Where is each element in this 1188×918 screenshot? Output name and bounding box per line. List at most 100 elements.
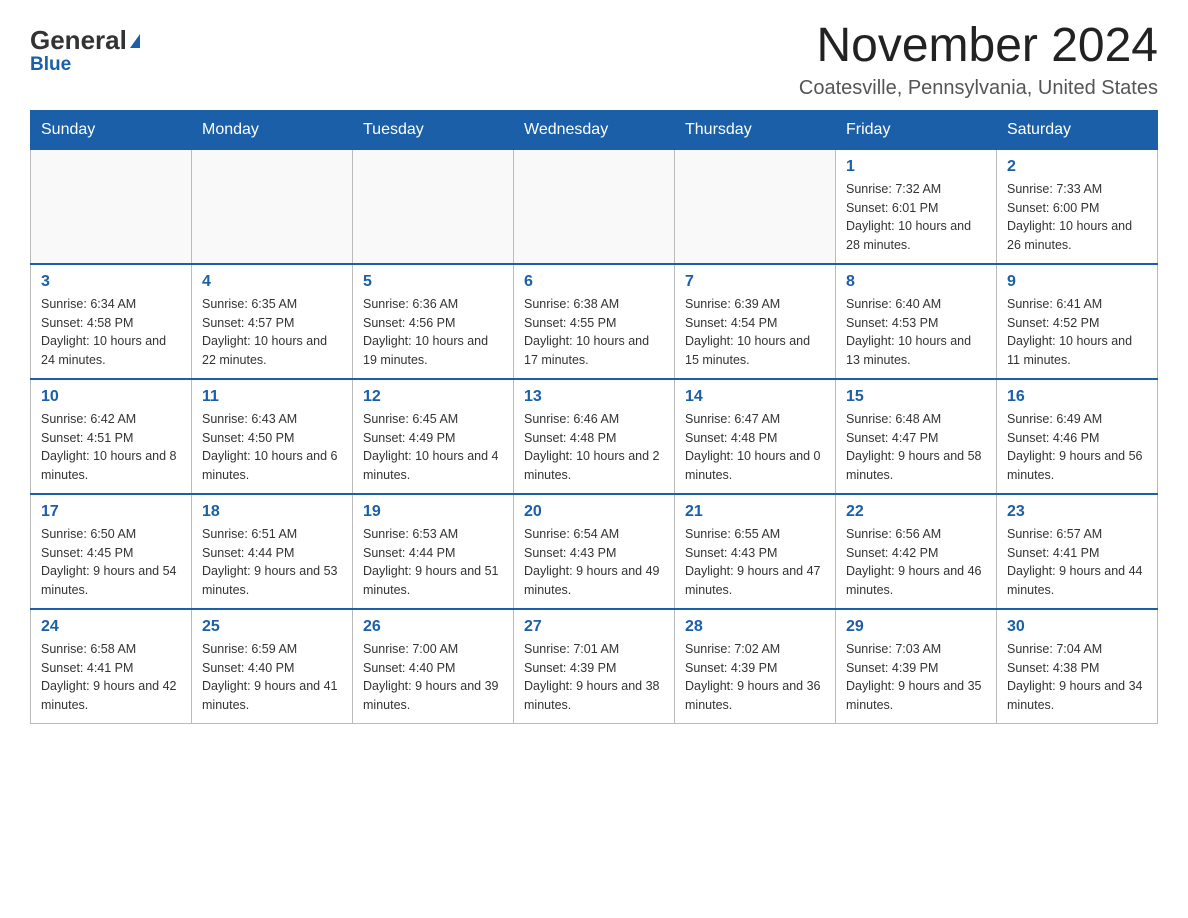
calendar-header-wednesday: Wednesday [514, 110, 675, 149]
calendar-cell: 21Sunrise: 6:55 AMSunset: 4:43 PMDayligh… [675, 494, 836, 609]
calendar-header-sunday: Sunday [31, 110, 192, 149]
calendar-week-row: 3 Sunrise: 6:34 AMSunset: 4:58 PMDaylight… [31, 264, 1158, 379]
day-info: Sunrise: 6:53 AMSunset: 4:44 PMDaylight:… [363, 525, 503, 600]
day-info: Sunrise: 6:56 AMSunset: 4:42 PMDaylight:… [846, 525, 986, 600]
day-number: 20 [524, 503, 664, 521]
day-info: Sunrise: 6:43 AMSunset: 4:50 PMDaylight:… [202, 410, 342, 485]
day-number: 22 [846, 503, 986, 521]
logo-triangle-icon [130, 34, 140, 48]
location-title: Coatesville, Pennsylvania, United States [799, 77, 1158, 100]
day-info: Sunrise: 6:34 AMSunset: 4:58 PMDaylight:… [41, 295, 181, 370]
day-number: 17 [41, 503, 181, 521]
logo-blue-text: Blue [30, 54, 71, 76]
day-number: 24 [41, 618, 181, 636]
calendar-cell: 2 Sunrise: 7:33 AMSunset: 6:00 PMDaylight… [997, 149, 1158, 264]
day-number: 8 [846, 273, 986, 291]
calendar-cell: 12Sunrise: 6:45 AMSunset: 4:49 PMDayligh… [353, 379, 514, 494]
day-info: Sunrise: 7:33 AMSunset: 6:00 PMDaylight:… [1007, 180, 1147, 255]
day-number: 7 [685, 273, 825, 291]
calendar-cell: 11 Sunrise: 6:43 AMSunset: 4:50 PMDayligh… [192, 379, 353, 494]
title-section: November 2024 Coatesville, Pennsylvania,… [799, 20, 1158, 100]
calendar-cell: 1Sunrise: 7:32 AMSunset: 6:01 PMDaylight… [836, 149, 997, 264]
calendar-header-tuesday: Tuesday [353, 110, 514, 149]
calendar-cell: 27Sunrise: 7:01 AMSunset: 4:39 PMDayligh… [514, 609, 675, 724]
day-info: Sunrise: 7:00 AMSunset: 4:40 PMDaylight:… [363, 640, 503, 715]
calendar-table: SundayMondayTuesdayWednesdayThursdayFrid… [30, 110, 1158, 724]
calendar-cell [353, 149, 514, 264]
calendar-cell: 8 Sunrise: 6:40 AMSunset: 4:53 PMDaylight… [836, 264, 997, 379]
calendar-cell: 10 Sunrise: 6:42 AMSunset: 4:51 PMDayligh… [31, 379, 192, 494]
calendar-cell [192, 149, 353, 264]
day-number: 2 [1007, 158, 1147, 176]
calendar-cell: 25 Sunrise: 6:59 AMSunset: 4:40 PMDayligh… [192, 609, 353, 724]
calendar-cell: 4Sunrise: 6:35 AMSunset: 4:57 PMDaylight… [192, 264, 353, 379]
calendar-cell: 16 Sunrise: 6:49 AMSunset: 4:46 PMDayligh… [997, 379, 1158, 494]
calendar-cell: 14 Sunrise: 6:47 AMSunset: 4:48 PMDayligh… [675, 379, 836, 494]
calendar-cell: 26 Sunrise: 7:00 AMSunset: 4:40 PMDayligh… [353, 609, 514, 724]
day-number: 13 [524, 388, 664, 406]
calendar-cell: 24Sunrise: 6:58 AMSunset: 4:41 PMDayligh… [31, 609, 192, 724]
day-number: 27 [524, 618, 664, 636]
calendar-cell: 22 Sunrise: 6:56 AMSunset: 4:42 PMDayligh… [836, 494, 997, 609]
calendar-cell: 13 Sunrise: 6:46 AMSunset: 4:48 PMDayligh… [514, 379, 675, 494]
day-info: Sunrise: 6:38 AMSunset: 4:55 PMDaylight:… [524, 295, 664, 370]
calendar-week-row: 1Sunrise: 7:32 AMSunset: 6:01 PMDaylight… [31, 149, 1158, 264]
day-info: Sunrise: 6:45 AMSunset: 4:49 PMDaylight:… [363, 410, 503, 485]
day-number: 10 [41, 388, 181, 406]
calendar-header-row: SundayMondayTuesdayWednesdayThursdayFrid… [31, 110, 1158, 149]
day-number: 26 [363, 618, 503, 636]
logo-general: General [30, 25, 127, 55]
day-info: Sunrise: 6:42 AMSunset: 4:51 PMDaylight:… [41, 410, 181, 485]
day-info: Sunrise: 6:54 AMSunset: 4:43 PMDaylight:… [524, 525, 664, 600]
page-header: General Blue November 2024 Coatesville, … [30, 20, 1158, 100]
day-info: Sunrise: 6:51 AMSunset: 4:44 PMDaylight:… [202, 525, 342, 600]
day-info: Sunrise: 6:57 AMSunset: 4:41 PMDaylight:… [1007, 525, 1147, 600]
day-info: Sunrise: 6:39 AMSunset: 4:54 PMDaylight:… [685, 295, 825, 370]
calendar-cell: 3 Sunrise: 6:34 AMSunset: 4:58 PMDaylight… [31, 264, 192, 379]
logo-general-text: General [30, 25, 140, 56]
day-info: Sunrise: 6:49 AMSunset: 4:46 PMDaylight:… [1007, 410, 1147, 485]
day-number: 9 [1007, 273, 1147, 291]
month-title: November 2024 [799, 20, 1158, 73]
calendar-cell: 19Sunrise: 6:53 AMSunset: 4:44 PMDayligh… [353, 494, 514, 609]
calendar-week-row: 10 Sunrise: 6:42 AMSunset: 4:51 PMDayligh… [31, 379, 1158, 494]
calendar-cell [675, 149, 836, 264]
calendar-cell: 28Sunrise: 7:02 AMSunset: 4:39 PMDayligh… [675, 609, 836, 724]
day-info: Sunrise: 7:03 AMSunset: 4:39 PMDaylight:… [846, 640, 986, 715]
calendar-cell: 23 Sunrise: 6:57 AMSunset: 4:41 PMDayligh… [997, 494, 1158, 609]
calendar-cell [31, 149, 192, 264]
day-number: 16 [1007, 388, 1147, 406]
day-number: 11 [202, 388, 342, 406]
day-number: 30 [1007, 618, 1147, 636]
day-info: Sunrise: 6:36 AMSunset: 4:56 PMDaylight:… [363, 295, 503, 370]
calendar-cell: 6 Sunrise: 6:38 AMSunset: 4:55 PMDaylight… [514, 264, 675, 379]
day-number: 5 [363, 273, 503, 291]
day-info: Sunrise: 6:40 AMSunset: 4:53 PMDaylight:… [846, 295, 986, 370]
day-info: Sunrise: 6:47 AMSunset: 4:48 PMDaylight:… [685, 410, 825, 485]
day-info: Sunrise: 6:46 AMSunset: 4:48 PMDaylight:… [524, 410, 664, 485]
calendar-week-row: 17Sunrise: 6:50 AMSunset: 4:45 PMDayligh… [31, 494, 1158, 609]
calendar-cell: 15 Sunrise: 6:48 AMSunset: 4:47 PMDayligh… [836, 379, 997, 494]
day-info: Sunrise: 6:55 AMSunset: 4:43 PMDaylight:… [685, 525, 825, 600]
day-number: 25 [202, 618, 342, 636]
day-number: 14 [685, 388, 825, 406]
day-number: 6 [524, 273, 664, 291]
day-number: 1 [846, 158, 986, 176]
day-info: Sunrise: 7:02 AMSunset: 4:39 PMDaylight:… [685, 640, 825, 715]
calendar-cell: 5 Sunrise: 6:36 AMSunset: 4:56 PMDaylight… [353, 264, 514, 379]
day-info: Sunrise: 6:41 AMSunset: 4:52 PMDaylight:… [1007, 295, 1147, 370]
calendar-header-monday: Monday [192, 110, 353, 149]
calendar-header-friday: Friday [836, 110, 997, 149]
calendar-cell: 18 Sunrise: 6:51 AMSunset: 4:44 PMDayligh… [192, 494, 353, 609]
calendar-cell: 30Sunrise: 7:04 AMSunset: 4:38 PMDayligh… [997, 609, 1158, 724]
day-number: 18 [202, 503, 342, 521]
day-number: 15 [846, 388, 986, 406]
calendar-cell: 9 Sunrise: 6:41 AMSunset: 4:52 PMDaylight… [997, 264, 1158, 379]
day-number: 4 [202, 273, 342, 291]
day-number: 23 [1007, 503, 1147, 521]
calendar-cell [514, 149, 675, 264]
day-info: Sunrise: 6:48 AMSunset: 4:47 PMDaylight:… [846, 410, 986, 485]
day-info: Sunrise: 6:59 AMSunset: 4:40 PMDaylight:… [202, 640, 342, 715]
calendar-cell: 17Sunrise: 6:50 AMSunset: 4:45 PMDayligh… [31, 494, 192, 609]
day-number: 3 [41, 273, 181, 291]
